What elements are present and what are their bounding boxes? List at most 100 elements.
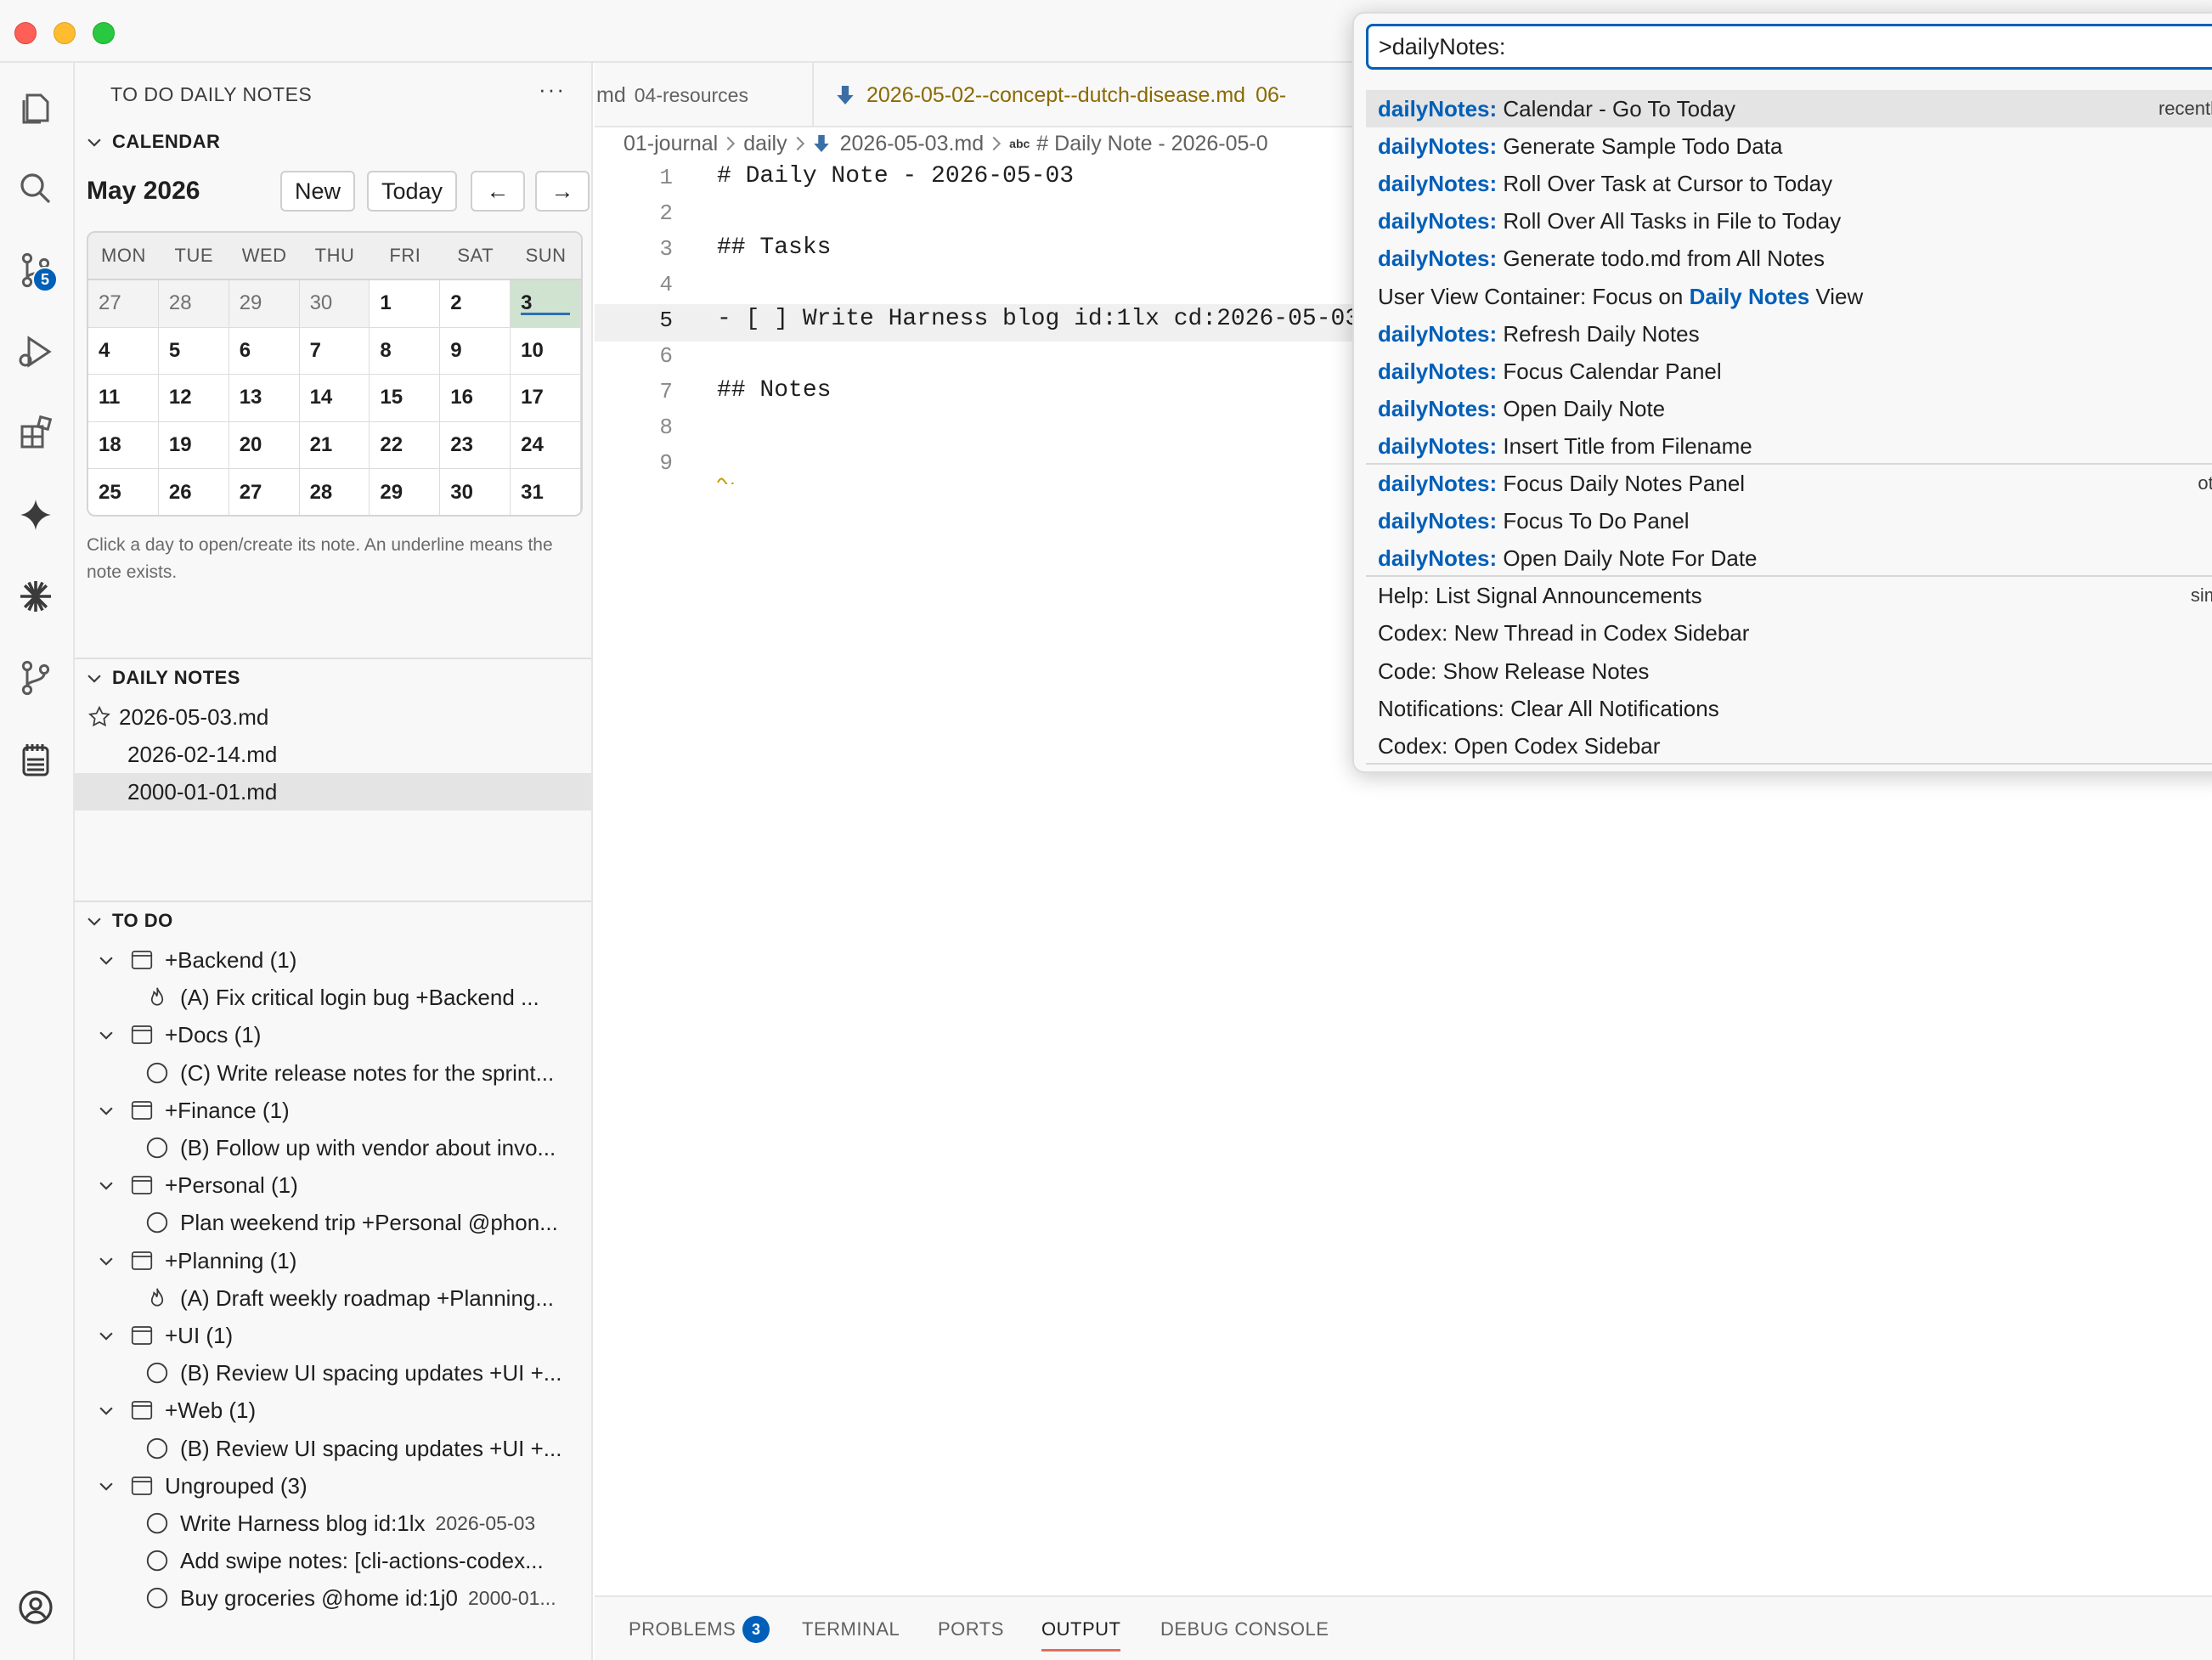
calendar-day[interactable]: 29	[229, 280, 300, 328]
todo-task[interactable]: (B) Review UI spacing updates +UI +...	[75, 1354, 591, 1392]
todo-task[interactable]: (C) Write release notes for the sprint..…	[75, 1054, 591, 1092]
calendar-day[interactable]: 28	[158, 280, 229, 328]
calendar-day[interactable]: 31	[511, 469, 581, 515]
breadcrumb-item[interactable]: daily	[743, 132, 787, 156]
calendar-day[interactable]: 4	[88, 327, 159, 375]
command-item[interactable]: Codex: Open Codex Sidebar	[1366, 727, 2212, 765]
close-window-button[interactable]	[14, 22, 37, 44]
tab-ports[interactable]: PORTS	[938, 1597, 1004, 1660]
todo-section-header[interactable]: TO DO	[75, 904, 591, 938]
daily-notes-section-header[interactable]: DAILY NOTES	[75, 661, 591, 695]
calendar-day[interactable]: 23	[440, 421, 511, 470]
todo-task[interactable]: (B) Follow up with vendor about invo...	[75, 1129, 591, 1166]
calendar-day[interactable]: 7	[299, 327, 370, 375]
command-item[interactable]: User View Container: Focus on Daily Note…	[1366, 278, 2212, 315]
calendar-day[interactable]: 30	[440, 469, 511, 515]
calendar-day[interactable]: 1	[370, 280, 441, 328]
tab-output[interactable]: OUTPUT	[1041, 1597, 1121, 1660]
tab-problems[interactable]: PROBLEMS 3	[629, 1597, 770, 1660]
todo-group[interactable]: +Finance (1)	[75, 1092, 591, 1129]
command-item[interactable]: Help: List Signal Announcements simi	[1366, 577, 2212, 614]
todo-task[interactable]: Write Harness blog id:1lx 2026-05-03	[75, 1505, 591, 1542]
calendar-day[interactable]: 28	[299, 469, 370, 515]
todo-task[interactable]: (B) Review UI spacing updates +UI +...	[75, 1430, 591, 1467]
command-item[interactable]: dailyNotes: Calendar - Go To Today recent…	[1366, 90, 2212, 127]
calendar-day[interactable]: 20	[229, 421, 300, 470]
calendar-day[interactable]: 27	[88, 280, 159, 328]
calendar-day[interactable]: 2	[440, 280, 511, 328]
daily-note-item[interactable]: 2026-05-03.md	[75, 698, 591, 736]
command-item[interactable]: dailyNotes: Generate todo.md from All No…	[1366, 240, 2212, 277]
extensions-icon[interactable]	[12, 409, 59, 457]
todo-task[interactable]: (A) Draft weekly roadmap +Planning...	[75, 1279, 591, 1317]
account-icon[interactable]	[12, 1584, 59, 1631]
daily-note-item[interactable]: 2026-02-14.md	[75, 736, 591, 773]
command-palette-input[interactable]	[1366, 24, 2212, 70]
sparkle-icon[interactable]	[12, 491, 59, 539]
calendar-day[interactable]: 13	[229, 375, 300, 422]
today-button[interactable]: Today	[367, 171, 457, 212]
calendar-day[interactable]: 5	[158, 327, 229, 375]
calendar-day[interactable]: 9	[440, 327, 511, 375]
tab-dutch-disease[interactable]: 2026-05-02--concept--dutch-disease.md 06…	[815, 63, 1359, 127]
todo-group[interactable]: +Planning (1)	[75, 1242, 591, 1279]
previous-month-button[interactable]: ←	[471, 171, 525, 212]
command-item[interactable]: dailyNotes: Open Daily Note For Date	[1366, 539, 2212, 577]
calendar-day-today[interactable]: 3	[511, 280, 581, 328]
todo-group[interactable]: +Web (1)	[75, 1392, 591, 1429]
calendar-day[interactable]: 8	[370, 327, 441, 375]
calendar-day[interactable]: 27	[229, 469, 300, 515]
calendar-day[interactable]: 21	[299, 421, 370, 470]
calendar-day[interactable]: 19	[158, 421, 229, 470]
command-item[interactable]: dailyNotes: Refresh Daily Notes	[1366, 315, 2212, 353]
calendar-day[interactable]: 16	[440, 375, 511, 422]
command-item[interactable]: dailyNotes: Generate Sample Todo Data	[1366, 127, 2212, 165]
todo-group[interactable]: +Docs (1)	[75, 1016, 591, 1053]
notebook-icon[interactable]	[12, 736, 59, 783]
calendar-day[interactable]: 15	[370, 375, 441, 422]
daily-note-item[interactable]: 2000-01-01.md	[75, 773, 591, 810]
calendar-day[interactable]: 17	[511, 375, 581, 422]
tab-debug-console[interactable]: DEBUG CONSOLE	[1160, 1597, 1329, 1660]
calendar-day[interactable]: 24	[511, 421, 581, 470]
command-item[interactable]: dailyNotes: Insert Title from Filename	[1366, 427, 2212, 465]
command-item[interactable]: dailyNotes: Focus Calendar Panel	[1366, 353, 2212, 390]
todo-task[interactable]: (A) Fix critical login bug +Backend ...	[75, 979, 591, 1016]
todo-task[interactable]: Buy groceries @home id:1j0 2000-01...	[75, 1579, 591, 1617]
calendar-day[interactable]: 11	[88, 375, 159, 422]
asterisk-icon[interactable]	[12, 573, 59, 620]
calendar-day[interactable]: 18	[88, 421, 159, 470]
command-item[interactable]: dailyNotes: Open Daily Note	[1366, 390, 2212, 427]
calendar-day[interactable]: 22	[370, 421, 441, 470]
calendar-day[interactable]: 29	[370, 469, 441, 515]
editor-line-task[interactable]: - [ ] Write Harness blog id:1lx cd:2026-…	[717, 306, 1359, 332]
calendar-day[interactable]: 26	[158, 469, 229, 515]
git-branch-icon[interactable]	[12, 654, 59, 702]
source-control-icon[interactable]: 5	[12, 246, 59, 294]
next-month-button[interactable]: →	[535, 171, 590, 212]
command-item[interactable]: dailyNotes: Roll Over Task at Cursor to …	[1366, 165, 2212, 202]
calendar-day[interactable]: 6	[229, 327, 300, 375]
tab-resources[interactable]: md 04-resources	[595, 63, 814, 127]
todo-task[interactable]: Add swipe notes: [cli-actions-codex...	[75, 1542, 591, 1579]
todo-group[interactable]: Ungrouped (3)	[75, 1467, 591, 1505]
run-debug-icon[interactable]	[12, 328, 59, 375]
tab-terminal[interactable]: TERMINAL	[802, 1597, 900, 1660]
command-item[interactable]: Codex: New Thread in Codex Sidebar	[1366, 614, 2212, 652]
calendar-day[interactable]: 30	[299, 280, 370, 328]
todo-group[interactable]: +Personal (1)	[75, 1166, 591, 1204]
zoom-window-button[interactable]	[93, 22, 115, 44]
command-item[interactable]: dailyNotes: Focus To Do Panel	[1366, 502, 2212, 539]
command-item[interactable]: dailyNotes: Roll Over All Tasks in File …	[1366, 202, 2212, 240]
breadcrumb-item[interactable]: # Daily Note - 2026-05-0	[1036, 132, 1267, 156]
todo-group[interactable]: +UI (1)	[75, 1317, 591, 1354]
breadcrumb-item[interactable]: 2026-05-03.md	[840, 132, 985, 156]
calendar-section-header[interactable]: CALENDAR	[75, 125, 591, 159]
new-note-button[interactable]: New	[280, 171, 355, 212]
calendar-day[interactable]: 10	[511, 327, 581, 375]
breadcrumb-item[interactable]: 01-journal	[624, 132, 718, 156]
search-icon[interactable]	[12, 165, 59, 212]
todo-group[interactable]: +Backend (1)	[75, 941, 591, 979]
command-item[interactable]: Ask in Chat: dailyNotes:	[1366, 765, 2212, 772]
command-item[interactable]: Notifications: Clear All Notifications	[1366, 690, 2212, 727]
